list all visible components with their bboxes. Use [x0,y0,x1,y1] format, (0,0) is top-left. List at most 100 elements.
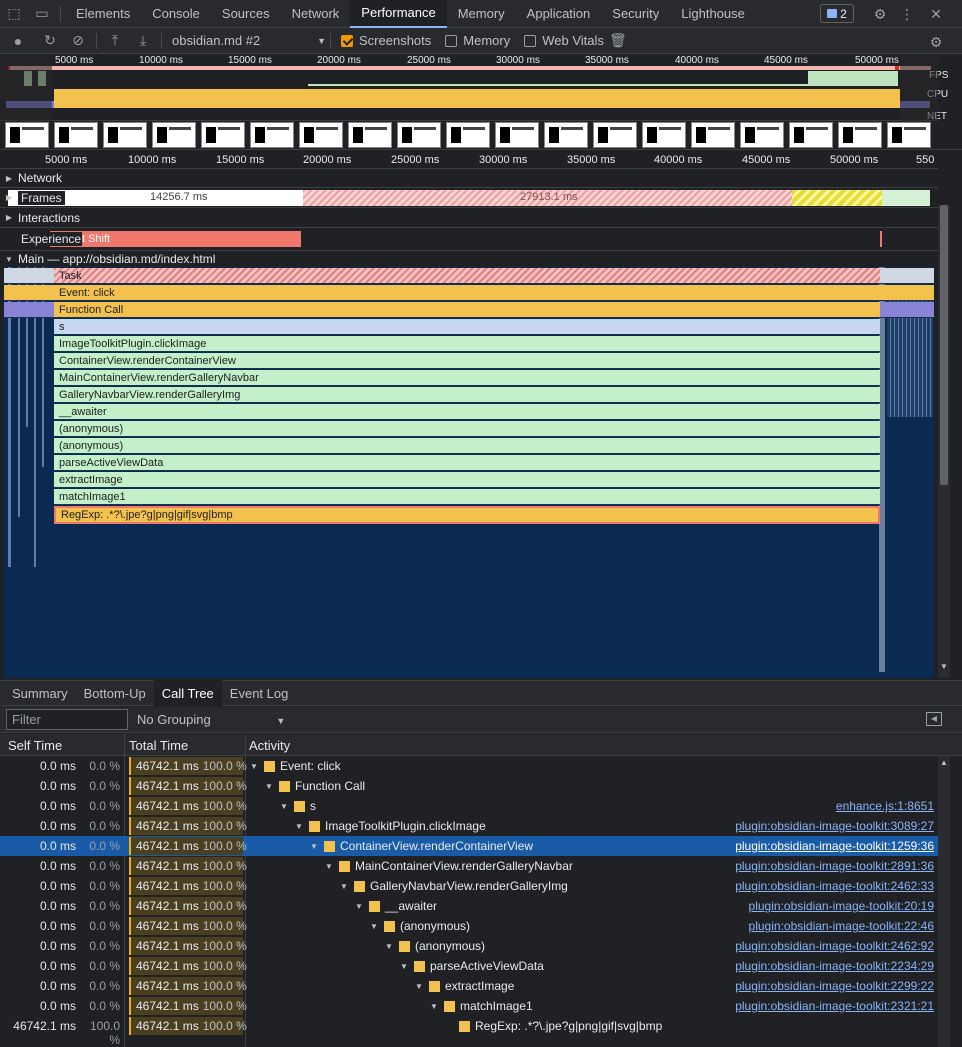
grouping-select[interactable]: No Grouping ▼ [137,712,285,727]
screenshot-thumbnail[interactable] [789,122,833,148]
source-link[interactable]: plugin:obsidian-image-toolkit:2299:22 [735,979,934,993]
call-tree-row[interactable]: 0.0 ms 0.0 % 46742.1 ms 100.0 % ▼ ContainerVi… [0,836,938,856]
call-tree-row[interactable]: 0.0 ms 0.0 % 46742.1 ms 100.0 % ▼ matchImage1… [0,996,938,1016]
close-icon[interactable]: ✕ [922,0,950,28]
expand-arrow-icon[interactable]: ▼ [250,762,264,771]
source-link[interactable]: plugin:obsidian-image-toolkit:2234:29 [735,959,934,973]
tab-event-log[interactable]: Event Log [222,680,297,706]
record-icon[interactable]: ● [0,27,36,55]
flame-entry[interactable]: matchImage1 [54,489,880,505]
screenshot-thumbnail[interactable] [201,122,245,148]
source-link[interactable]: plugin:obsidian-image-toolkit:22:46 [749,919,934,933]
call-tree-row[interactable]: 0.0 ms 0.0 % 46742.1 ms 100.0 % ▼ Event: clic… [0,756,938,776]
tab-application[interactable]: Application [516,0,602,28]
screenshot-thumbnail[interactable] [5,122,49,148]
screenshot-thumbnail[interactable] [397,122,441,148]
source-link[interactable]: plugin:obsidian-image-toolkit:2891:36 [735,859,934,873]
flame-entry[interactable]: (anonymous) [54,438,880,454]
download-profile-icon[interactable]: ⤓ [129,27,157,55]
interactions-track-header[interactable]: ▶ Interactions [0,207,938,227]
screenshot-thumbnail[interactable] [495,122,539,148]
flame-entry[interactable]: extractImage [54,472,880,488]
call-tree-row[interactable]: 0.0 ms 0.0 % 46742.1 ms 100.0 % ▼ MainContain… [0,856,938,876]
scroll-up-icon[interactable]: ▲ [940,758,948,767]
flame-entry[interactable]: RegExp: .*?\.jpe?g|png|gif|svg|bmp [54,506,880,524]
tab-sources[interactable]: Sources [211,0,281,28]
call-tree-row[interactable]: 0.0 ms 0.0 % 46742.1 ms 100.0 % ▼ s enhance.js… [0,796,938,816]
call-tree-row[interactable]: 46742.1 ms 100.0 % 46742.1 ms 100.0 % RegExp… [0,1016,938,1047]
flame-entry[interactable]: ContainerView.renderContainerView [54,353,880,369]
call-tree-scrollbar[interactable] [938,756,950,1047]
expand-arrow-icon[interactable]: ▼ [430,1002,444,1011]
web-vitals-checkbox[interactable]: Web Vitals [524,33,604,48]
call-tree-row[interactable]: 0.0 ms 0.0 % 46742.1 ms 100.0 % ▼ ImageToolki… [0,816,938,836]
screenshot-thumbnail[interactable] [54,122,98,148]
expand-arrow-icon[interactable]: ▼ [415,982,429,991]
garbage-collect-icon[interactable]: 🗑 [604,27,632,55]
expand-arrow-icon[interactable]: ▼ [385,942,399,951]
toggle-sidebar-icon[interactable]: ◀ [926,712,942,726]
flame-entry[interactable]: ImageToolkitPlugin.clickImage [54,336,880,352]
expand-arrow-icon[interactable]: ▼ [400,962,414,971]
screenshot-thumbnail[interactable] [348,122,392,148]
screenshot-thumbnail[interactable] [152,122,196,148]
expand-arrow-icon[interactable]: ▼ [280,802,294,811]
expand-arrow-icon[interactable]: ▼ [325,862,339,871]
frames-track[interactable]: 14256.7 ms 27913.1 ms ▶ Frames [0,187,938,207]
self-time-header[interactable]: Self Time [8,738,62,753]
reload-record-icon[interactable]: ↻ [36,27,64,55]
source-link[interactable]: plugin:obsidian-image-toolkit:2462:33 [735,879,934,893]
screenshot-thumbnail[interactable] [691,122,735,148]
screenshot-thumbnail[interactable] [642,122,686,148]
network-track-header[interactable]: ▶ Network [0,169,938,187]
call-tree-row[interactable]: 0.0 ms 0.0 % 46742.1 ms 100.0 % ▼ extractImag… [0,976,938,996]
filter-input[interactable] [6,709,128,730]
source-link[interactable]: plugin:obsidian-image-toolkit:2321:21 [735,999,934,1013]
upload-profile-icon[interactable]: ⤒ [101,27,129,55]
tab-security[interactable]: Security [601,0,670,28]
call-tree-row[interactable]: 0.0 ms 0.0 % 46742.1 ms 100.0 % ▼ __awaiter pl… [0,896,938,916]
flame-entry[interactable]: MainContainerView.renderGalleryNavbar [54,370,880,386]
experience-track[interactable]: Layout Shift Experience [0,227,938,249]
screenshot-thumbnail[interactable] [740,122,784,148]
screenshot-thumbnail[interactable] [544,122,588,148]
expand-arrow-icon[interactable]: ▼ [295,822,309,831]
tab-performance[interactable]: Performance [350,0,447,28]
screenshot-thumbnail[interactable] [103,122,147,148]
source-link[interactable]: plugin:obsidian-image-toolkit:20:19 [749,899,934,913]
total-time-header[interactable]: Total Time [129,738,188,753]
screenshot-thumbnail[interactable] [299,122,343,148]
call-tree-row[interactable]: 0.0 ms 0.0 % 46742.1 ms 100.0 % ▼ GalleryNavb… [0,876,938,896]
tab-console[interactable]: Console [141,0,211,28]
memory-checkbox[interactable]: Memory [445,33,510,48]
screenshot-thumbnail[interactable] [887,122,931,148]
inspect-element-icon[interactable]: ⬚ [0,0,28,28]
screenshot-thumbnail[interactable] [250,122,294,148]
more-options-icon[interactable]: ⋮ [893,0,921,28]
tab-memory[interactable]: Memory [447,0,516,28]
flame-entry[interactable]: Task [54,268,880,284]
screenshot-thumbnail[interactable] [838,122,882,148]
source-link[interactable]: plugin:obsidian-image-toolkit:1259:36 [735,839,934,853]
source-link[interactable]: plugin:obsidian-image-toolkit:3089:27 [735,819,934,833]
flame-entry[interactable]: Event: click [54,285,880,301]
capture-settings-gear-icon[interactable]: ⚙ [922,28,950,56]
flame-entry[interactable]: Function Call [54,302,880,318]
call-tree-row[interactable]: 0.0 ms 0.0 % 46742.1 ms 100.0 % ▼ (anonymous)… [0,916,938,936]
flame-entry[interactable]: parseActiveViewData [54,455,880,471]
screenshot-thumbnail[interactable] [446,122,490,148]
tab-lighthouse[interactable]: Lighthouse [670,0,756,28]
layout-shift-bar[interactable] [880,231,882,247]
scroll-down-icon[interactable]: ▼ [940,662,948,671]
call-tree-row[interactable]: 0.0 ms 0.0 % 46742.1 ms 100.0 % ▼ (anonymous)… [0,936,938,956]
recording-select[interactable]: obsidian.md #2 ▼ [166,33,326,48]
flame-scrollbar-thumb[interactable] [940,205,948,485]
expand-arrow-icon[interactable]: ▼ [340,882,354,891]
main-thread-track-header[interactable]: ▼ Main — app://obsidian.md/index.html [0,250,938,267]
issues-badge[interactable]: 2 [820,4,854,23]
call-tree-row[interactable]: 0.0 ms 0.0 % 46742.1 ms 100.0 % ▼ Function Ca… [0,776,938,796]
tab-bottom-up[interactable]: Bottom-Up [76,680,154,706]
flame-entry[interactable]: GalleryNavbarView.renderGalleryImg [54,387,880,403]
screenshot-thumbnail[interactable] [593,122,637,148]
clear-icon[interactable]: ⊘ [64,27,92,55]
